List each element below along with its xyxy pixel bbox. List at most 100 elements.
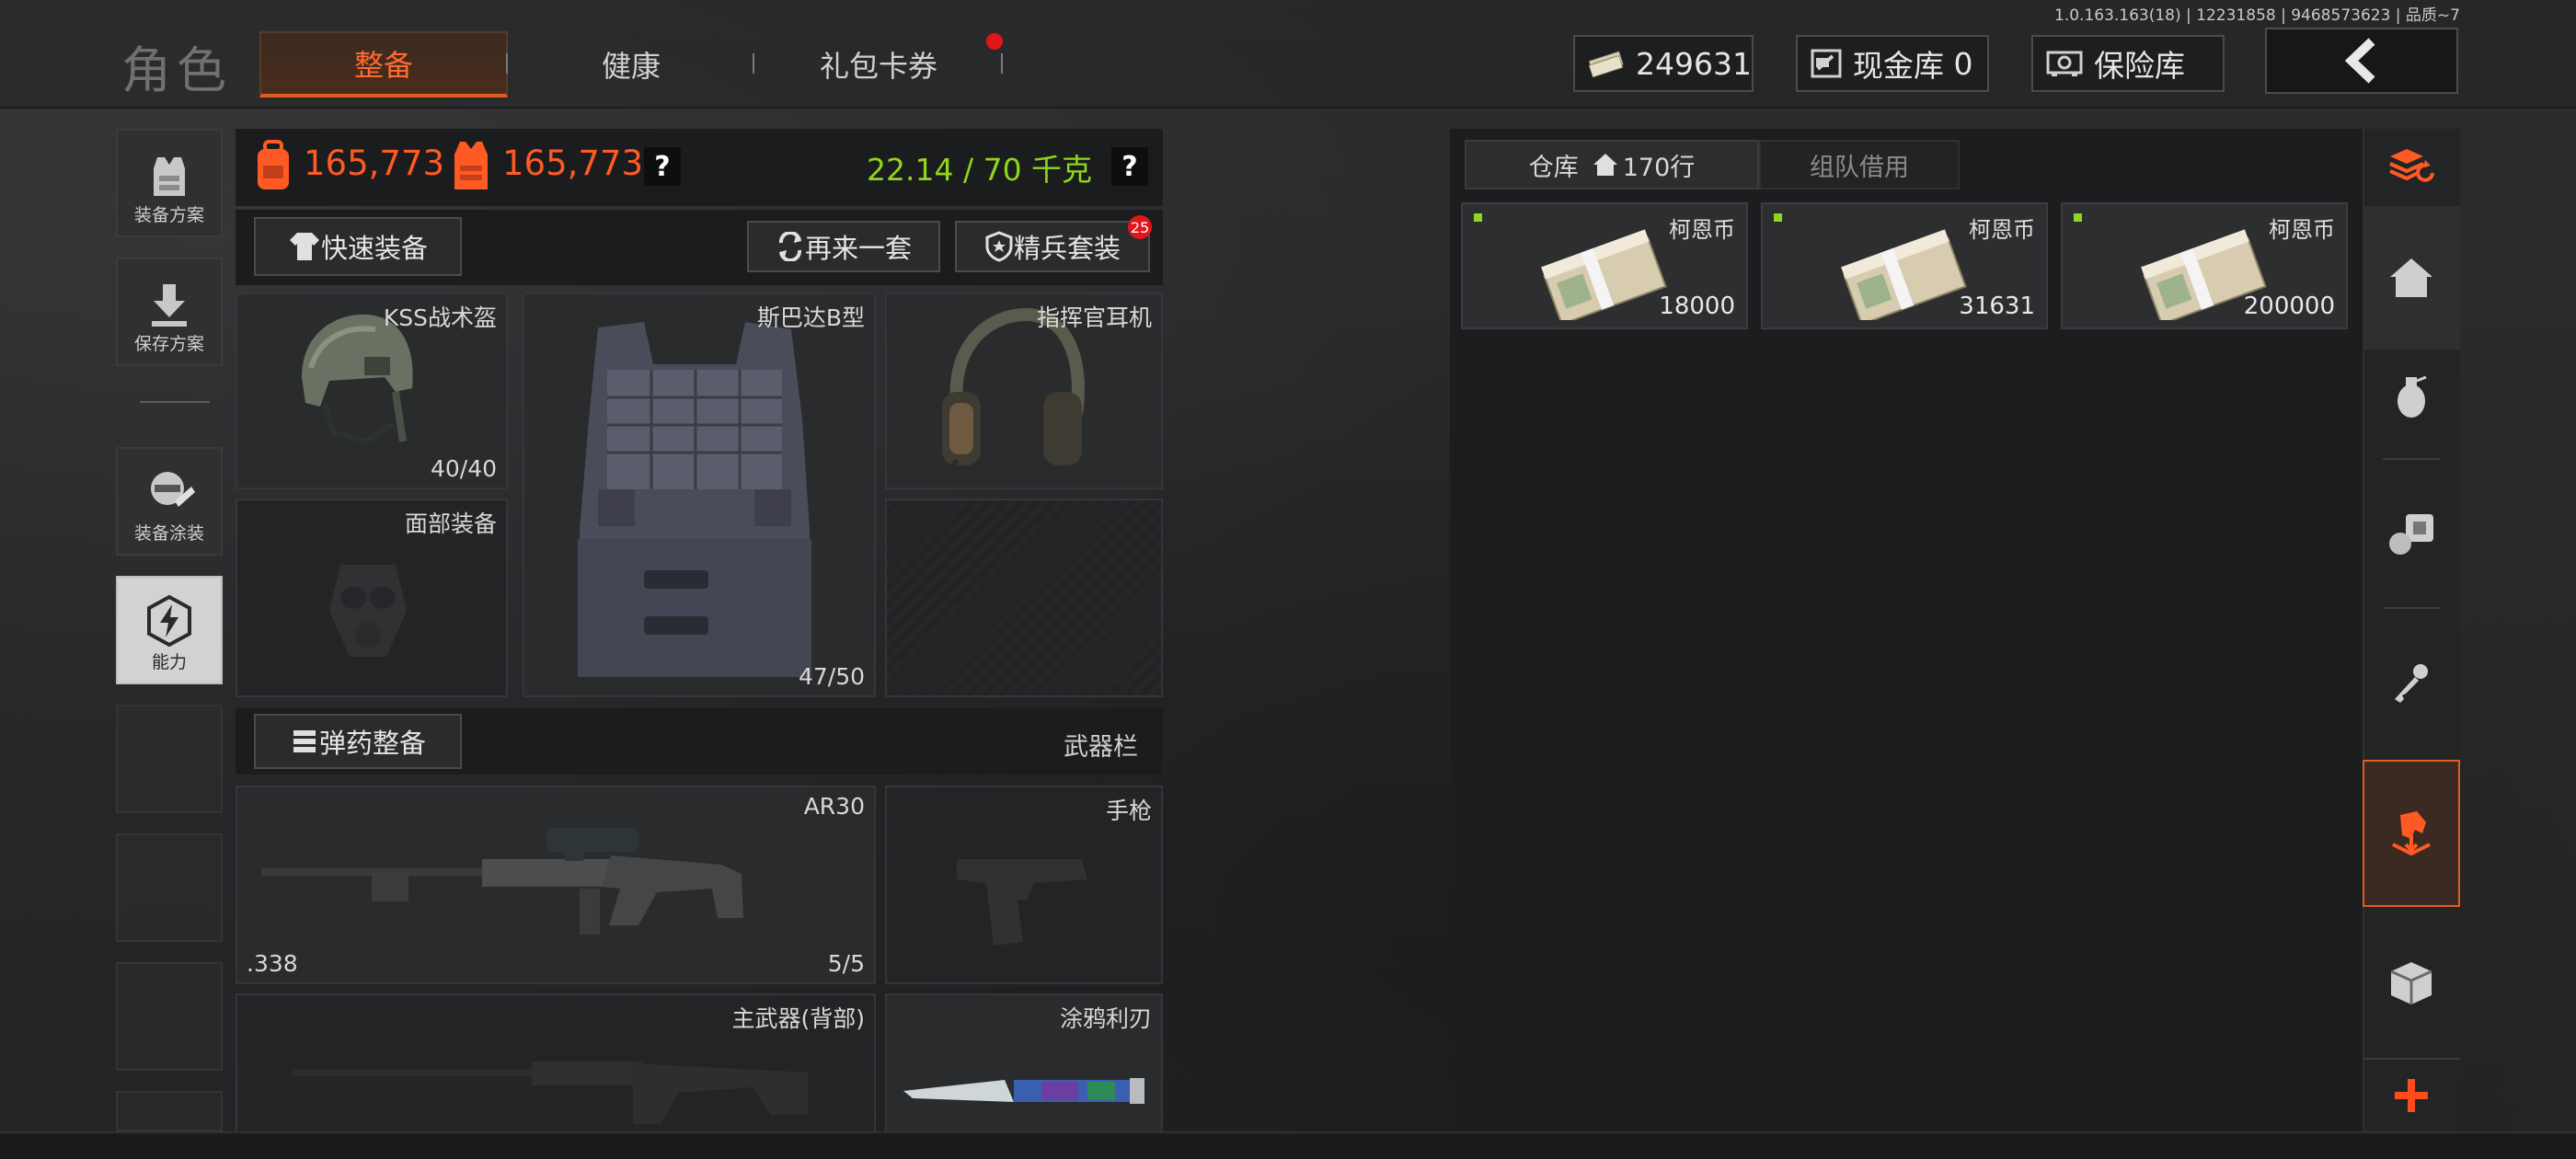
primary-weapon-slot[interactable]: AR30 .338 5/5 [236,786,876,984]
cash-vault-icon [1811,49,1842,78]
item-name: 柯恩币 [2269,217,2335,243]
empty-plan-slot[interactable] [116,962,223,1071]
save-plan-label: 保存方案 [133,334,204,354]
elite-suit-badge: 25 [1128,215,1152,239]
nav-add[interactable] [2363,1058,2460,1131]
backpack-value-icon [258,140,289,189]
vest-value-icon [454,142,488,189]
rifle-icon [261,828,743,935]
empty-plan-slot[interactable] [116,1091,223,1131]
equipped-value: 165,773 [502,143,644,183]
item-quantity: 200000 [2243,293,2335,320]
warehouse-item[interactable]: 柯恩币 31631 [1761,202,2048,329]
empty-plan-slot[interactable] [116,833,223,942]
tab-gift[interactable]: 礼包卡券 [758,31,999,98]
tab-separator [506,53,508,74]
cash-bundle-icon [1841,229,1967,320]
secondary-weapon-slot[interactable]: 主武器(背部) [236,993,876,1133]
equip-again-label: 再来一套 [804,233,912,264]
new-indicator [1474,213,1482,222]
equip-again-button[interactable]: 再来一套 [747,221,940,272]
ammo-equip-label: 弹药整备 [318,728,426,759]
pistol-slot[interactable]: 手枪 [885,786,1163,984]
cash-vault-label: 现金库 [1853,48,1944,84]
helmet-durability: 40/40 [430,455,497,482]
consumables-icon [2389,514,2433,555]
carry-value: 165,773 [304,143,445,183]
equipment-skin-button[interactable]: 装备涂装 [116,447,223,556]
page-title: 角色 [121,41,232,99]
save-plan-button[interactable]: 保存方案 [116,258,223,366]
headset-slot[interactable]: 指挥官耳机 [885,293,1163,489]
nav-sort[interactable] [2363,132,2460,201]
team-borrow-label: 组队借用 [1810,153,1909,182]
armor-name: 斯巴达B型 [756,304,865,331]
elite-suit-label: 精兵套装 [1013,233,1121,264]
safe-button[interactable]: 保险库 [2031,35,2225,92]
nav-separator [2383,458,2440,460]
quick-equip-button[interactable]: 快速装备 [254,217,462,276]
nav-collection[interactable] [2363,760,2460,907]
knife-icon [903,1078,1144,1104]
item-name: 柯恩币 [1969,217,2035,243]
cash-vault-value: 0 [1953,45,1973,82]
armor-slot[interactable]: 斯巴达B型 47/50 [523,293,876,697]
version-text: 1.0.163.163(18) | 12231858 | 9468573623 … [2054,6,2460,25]
nav-home[interactable] [2363,206,2460,350]
currency-display[interactable]: 249631 [1573,35,1754,92]
item-name: 柯恩币 [1669,217,1735,243]
cash-vault-button[interactable]: 现金库 0 [1796,35,1989,92]
helmet-slot[interactable]: KSS战术盔 40/40 [236,293,508,489]
nav-keys[interactable] [2363,637,2460,729]
currency-value: 249631 [1636,45,1752,82]
box-icon [2390,962,2432,1004]
warehouse-rows: 170行 [1622,153,1696,182]
shield-icon [985,231,1013,262]
back-arrow-icon [2344,38,2375,84]
safe-label: 保险库 [2094,48,2185,84]
warehouse-item[interactable]: 柯恩币 18000 [1461,202,1748,329]
elite-suit-button[interactable]: 精兵套装 [955,221,1150,272]
tab-separator [753,53,754,74]
melee-slot[interactable]: 涂鸦利刃 [885,993,1163,1133]
weight-help-button[interactable]: ? [1111,147,1148,186]
tab-team-borrow[interactable]: 组队借用 [1759,140,1960,189]
tab-warehouse[interactable]: 仓库 170行 [1465,140,1759,189]
back-rifle-icon [293,1061,808,1124]
value-help-button[interactable]: ? [644,147,681,186]
nav-grenade[interactable] [2363,353,2460,440]
stack-refresh-icon [2389,149,2434,182]
weapon-bar-label: 武器栏 [1064,733,1138,762]
bottom-bar [0,1131,2576,1159]
equipment-plan-button[interactable]: 装备方案 [116,129,223,237]
secondary-weapon-name: 主武器(背部) [731,1005,865,1032]
helmet-name: KSS战术盔 [383,304,497,331]
cash-icon [1588,51,1624,78]
tab-health[interactable]: 健康 [512,31,751,98]
face-slot[interactable]: 面部装备 [236,499,508,697]
new-indicator [1774,213,1782,222]
back-button[interactable] [2265,28,2458,94]
tab-equip[interactable]: 整备 [259,31,508,98]
plus-icon [2395,1079,2428,1112]
warehouse-item[interactable]: 柯恩币 200000 [2061,202,2348,329]
nav-separator [2383,607,2440,609]
shirt-icon [289,233,319,260]
empty-plan-slot[interactable] [116,705,223,813]
safe-icon [2046,51,2083,76]
new-indicator [2074,213,2082,222]
cash-bundle-icon [1541,229,1667,320]
ammo-equip-button[interactable]: 弹药整备 [254,714,462,769]
refresh-icon [778,232,801,261]
left-divider [140,401,210,403]
lightning-hex-icon [147,594,191,648]
mask-paint-icon [151,472,195,507]
nav-box[interactable] [2363,933,2460,1034]
ammo-icon [293,730,316,752]
tab-equip-label: 整备 [353,48,413,83]
ability-button[interactable]: 能力 [116,576,223,684]
grenade-icon [2398,375,2427,418]
nav-consumables[interactable] [2363,488,2460,580]
weight-value: 22.14 / 70 千克 [867,152,1093,188]
home-icon [2390,258,2432,297]
